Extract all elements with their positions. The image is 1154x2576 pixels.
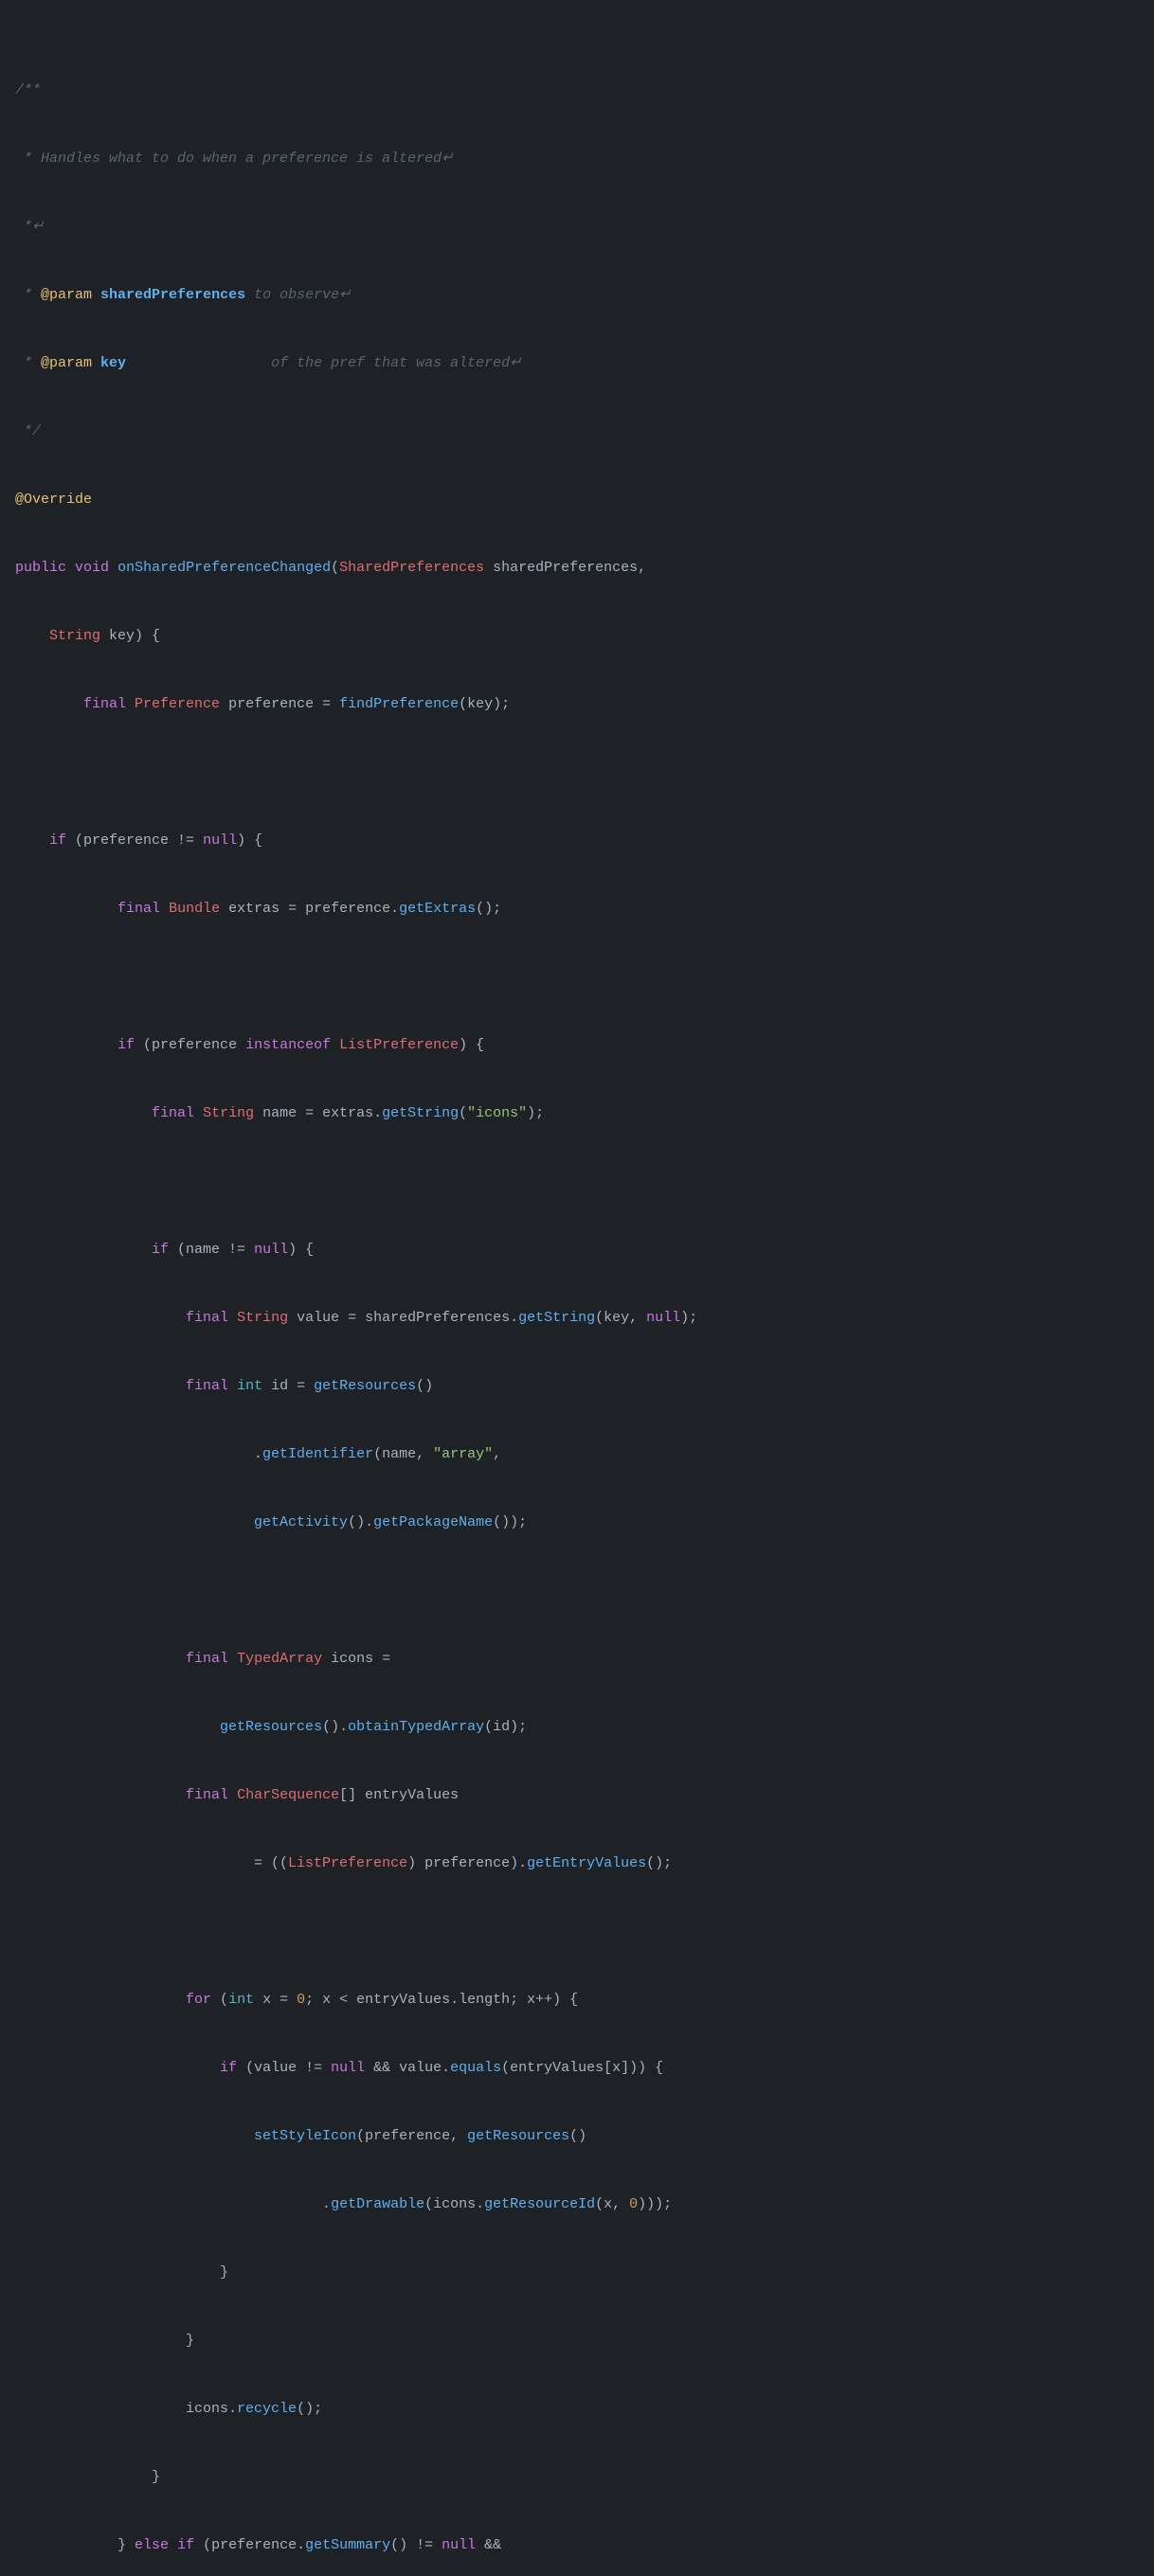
code-line-29: for (int x = 0; x < entryValues.length; … [0,1989,1154,2012]
code-line-10: final Preference preference = findPrefer… [0,693,1154,716]
code-editor: /** * Handles what to do when a preferen… [0,0,1154,2576]
code-line-34: } [0,2330,1154,2352]
code-line-11 [0,761,1154,784]
code-line-14 [0,966,1154,989]
code-line-23 [0,1580,1154,1602]
code-line-30: if (value != null && value.equals(entryV… [0,2057,1154,2080]
code-line-15: if (preference instanceof ListPreference… [0,1034,1154,1057]
code-line-7: @Override [0,489,1154,511]
code-line-22: getActivity().getPackageName()); [0,1512,1154,1534]
code-line-3: *↵ [0,216,1154,239]
code-line-37: } else if (preference.getSummary() != nu… [0,2534,1154,2557]
code-line-24: final TypedArray icons = [0,1648,1154,1671]
code-line-33: } [0,2262,1154,2284]
code-line-12: if (preference != null) { [0,830,1154,852]
code-line-28 [0,1921,1154,1943]
code-line-32: .getDrawable(icons.getResourceId(x, 0)))… [0,2193,1154,2216]
code-line-4: * @param sharedPreferences to observe↵ [0,284,1154,307]
code-line-1: /** [0,80,1154,102]
code-line-8: public void onSharedPreferenceChanged(Sh… [0,557,1154,580]
code-line-27: = ((ListPreference) preference).getEntry… [0,1852,1154,1875]
code-line-35: icons.recycle(); [0,2398,1154,2421]
code-line-16: final String name = extras.getString("ic… [0,1102,1154,1125]
code-line-19: final String value = sharedPreferences.g… [0,1307,1154,1330]
code-line-5: * @param key of the pref that was altere… [0,352,1154,375]
code-line-13: final Bundle extras = preference.getExtr… [0,898,1154,921]
code-line-31: setStyleIcon(preference, getResources() [0,2125,1154,2148]
code-line-25: getResources().obtainTypedArray(id); [0,1716,1154,1739]
code-line-20: final int id = getResources() [0,1375,1154,1398]
code-line-26: final CharSequence[] entryValues [0,1784,1154,1807]
code-line-9: String key) { [0,625,1154,648]
code-line-2: * Handles what to do when a preference i… [0,148,1154,170]
code-line-17 [0,1171,1154,1193]
code-line-6: */ [0,420,1154,443]
code-line-36: } [0,2466,1154,2489]
code-line-21: .getIdentifier(name, "array", [0,1443,1154,1466]
code-line-18: if (name != null) { [0,1239,1154,1261]
